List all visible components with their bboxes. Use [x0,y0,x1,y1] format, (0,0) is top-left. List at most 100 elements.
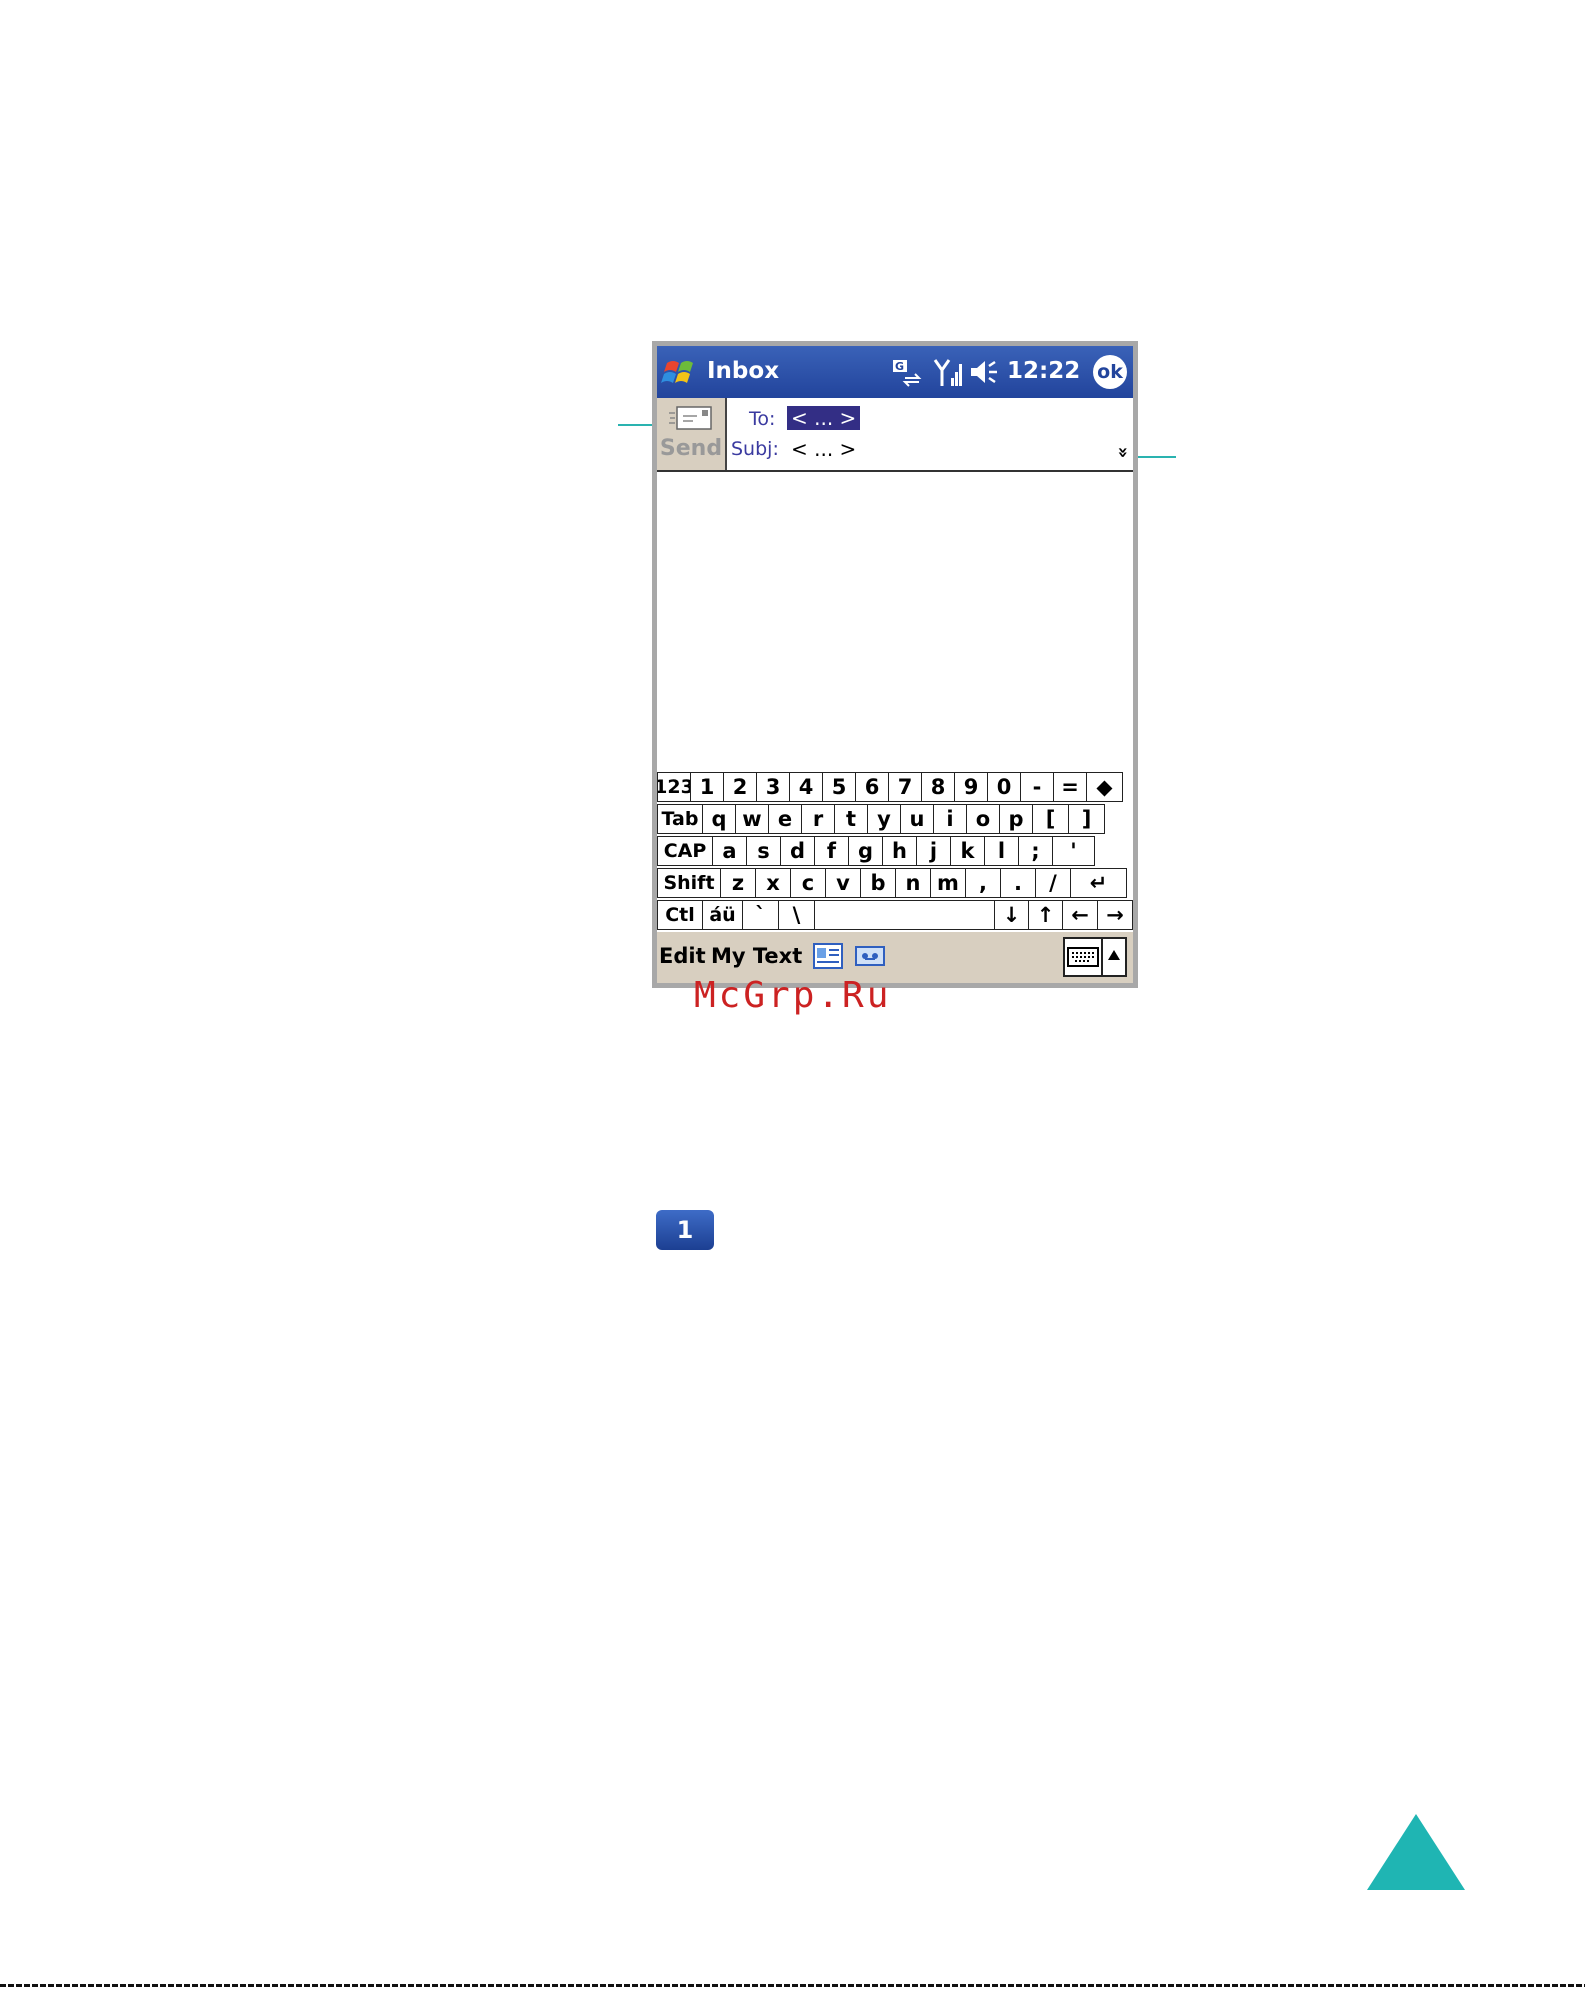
key[interactable]: . [1001,868,1036,898]
key[interactable]: 7 [889,772,922,802]
app-title: Inbox [707,358,780,384]
key[interactable]: v [826,868,861,898]
key[interactable]: n [896,868,931,898]
key[interactable]: b [861,868,896,898]
key[interactable]: ↓ [995,900,1029,930]
keyboard-toggle-button[interactable] [1063,937,1103,977]
key[interactable]: m [931,868,966,898]
message-header: Send To: < ... > Subj: < ... > » [657,398,1133,472]
key[interactable]: j [917,836,951,866]
send-button[interactable]: Send [657,398,727,470]
subject-field[interactable]: < ... > [791,437,856,461]
key[interactable]: i [934,804,967,834]
pda-screen: Inbox G 12:22 ok Send To: < ... > Subj: … [657,346,1133,983]
key[interactable]: ] [1069,804,1105,834]
key[interactable]: g [849,836,883,866]
key[interactable]: CAP [657,836,713,866]
key[interactable]: k [951,836,985,866]
key[interactable]: = [1054,772,1087,802]
soft-keyboard: 1231234567890-=◆Tabqwertyuiop[]CAPasdfgh… [657,772,1133,932]
key[interactable]: z [721,868,756,898]
step-number-badge: 1 [656,1210,714,1250]
key[interactable]: w [736,804,769,834]
key[interactable]: / [1036,868,1071,898]
key[interactable]: 5 [823,772,856,802]
key[interactable]: p [1000,804,1033,834]
key[interactable]: ◆ [1087,772,1123,802]
key[interactable]: l [985,836,1019,866]
key[interactable]: , [966,868,1001,898]
page-nav-triangle-icon[interactable] [1367,1814,1465,1890]
to-label: To: [749,408,776,430]
my-text-menu[interactable]: My Text [711,944,802,968]
svg-text:G: G [895,360,904,373]
send-label: Send [659,436,723,461]
volume-icon[interactable] [969,358,1001,386]
key[interactable]: x [756,868,791,898]
message-body-input[interactable] [657,472,1133,772]
keyboard-row: 1231234567890-=◆ [657,772,1133,804]
voice-recorder-icon[interactable] [855,943,885,969]
device-frame: Inbox G 12:22 ok Send To: < ... > Subj: … [652,341,1138,988]
key[interactable]: - [1021,772,1054,802]
callout-line-expand [1132,456,1176,458]
bottom-rule [0,1984,1585,1987]
key[interactable]: 9 [955,772,988,802]
input-method-arrow[interactable] [1103,937,1127,977]
key[interactable]: [ [1033,804,1069,834]
keyboard-row: Tab q w e r t y u i o p[] [657,804,1133,836]
key[interactable]: 123 [657,772,691,802]
key[interactable]: 8 [922,772,955,802]
key[interactable]: a [713,836,747,866]
key[interactable]: 4 [790,772,823,802]
signal-strength-icon[interactable] [933,356,963,388]
subject-label: Subj: [731,438,779,460]
key[interactable]: 3 [757,772,790,802]
key[interactable]: ; [1019,836,1053,866]
key[interactable]: c [791,868,826,898]
key[interactable]: Ctl [657,900,703,930]
key[interactable]: o [967,804,1000,834]
to-field[interactable]: < ... > [787,406,861,430]
key[interactable]: 1 [691,772,724,802]
expand-header-icon[interactable]: » [1113,447,1133,459]
envelope-icon [669,406,712,430]
title-bar: Inbox G 12:22 ok [657,346,1133,398]
key[interactable]: áü [703,900,743,930]
ok-button[interactable]: ok [1093,355,1127,389]
key[interactable]: 6 [856,772,889,802]
key[interactable]: t [835,804,868,834]
key-space[interactable] [815,900,995,930]
keyboard-row: CAP a s d f g h j k l; ' [657,836,1133,868]
key[interactable]: y [868,804,901,834]
edit-menu[interactable]: Edit [659,944,706,968]
key[interactable]: ↵ [1071,868,1127,898]
key[interactable]: d [781,836,815,866]
key[interactable]: s [747,836,781,866]
key[interactable]: ` [743,900,779,930]
clock-time[interactable]: 12:22 [1007,358,1080,384]
triangle-up-icon [1108,950,1120,960]
key[interactable]: ' [1053,836,1095,866]
contact-card-icon[interactable] [813,943,843,969]
key[interactable]: q [703,804,736,834]
key[interactable]: ↑ [1029,900,1063,930]
key[interactable]: h [883,836,917,866]
key[interactable]: u [901,804,934,834]
key[interactable]: 2 [724,772,757,802]
connectivity-icon[interactable]: G [891,358,923,388]
key[interactable]: → [1098,900,1133,930]
keyboard-row: Ctl áü ` \ ↓ ↑ ← → [657,900,1133,932]
keyboard-row: Shift z x c v b n m,. / ↵ [657,868,1133,900]
key[interactable]: f [815,836,849,866]
keyboard-icon [1067,947,1099,967]
key[interactable]: Shift [657,868,721,898]
key[interactable]: Tab [657,804,703,834]
key[interactable]: 0 [988,772,1021,802]
windows-start-icon[interactable] [661,353,699,391]
key[interactable]: r [802,804,835,834]
watermark-text: McGrp.Ru [694,975,892,1016]
key[interactable]: ← [1063,900,1098,930]
key[interactable]: e [769,804,802,834]
key[interactable]: \ [779,900,815,930]
